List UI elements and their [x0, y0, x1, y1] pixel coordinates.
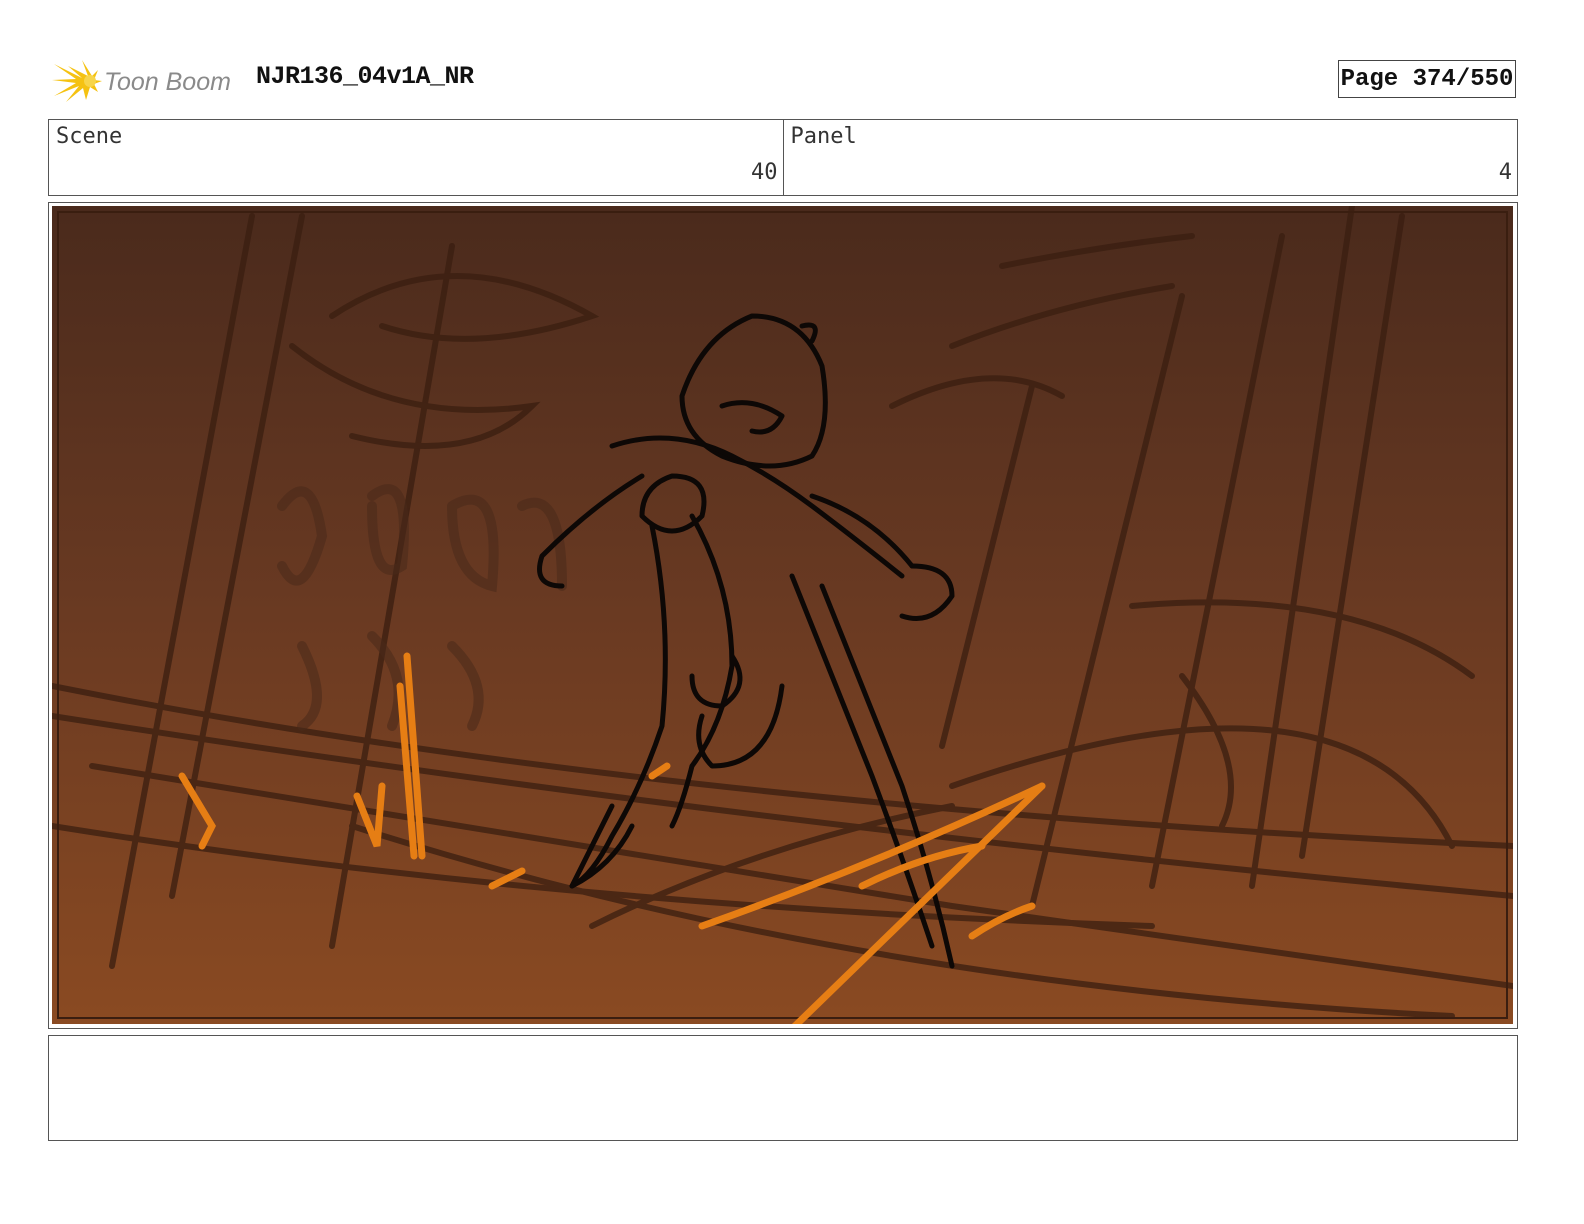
storyboard-sketch	[52, 206, 1513, 1024]
project-title: NJR136_04v1A_NR	[256, 62, 474, 91]
scene-number: 40	[751, 160, 778, 185]
toon-boom-logo: Toon Boom	[52, 56, 242, 106]
scene-label: Scene	[56, 124, 123, 149]
scene-panel-info: Scene 40 Panel 4	[48, 119, 1518, 196]
toon-boom-logo-graphic: Toon Boom	[52, 60, 231, 102]
panel-label: Panel	[790, 124, 857, 149]
page-indicator: Page 374/550	[1338, 60, 1516, 98]
storyboard-panel-frame	[48, 202, 1518, 1029]
panel-number: 4	[1498, 160, 1512, 185]
sketch-canvas	[52, 206, 1513, 1024]
panel-notes-box	[48, 1035, 1518, 1141]
scene-cell: Scene 40	[49, 120, 783, 195]
logo-wordmark: Toon Boom	[104, 68, 231, 96]
panel-cell: Panel 4	[782, 120, 1518, 195]
starburst-icon	[52, 60, 102, 102]
